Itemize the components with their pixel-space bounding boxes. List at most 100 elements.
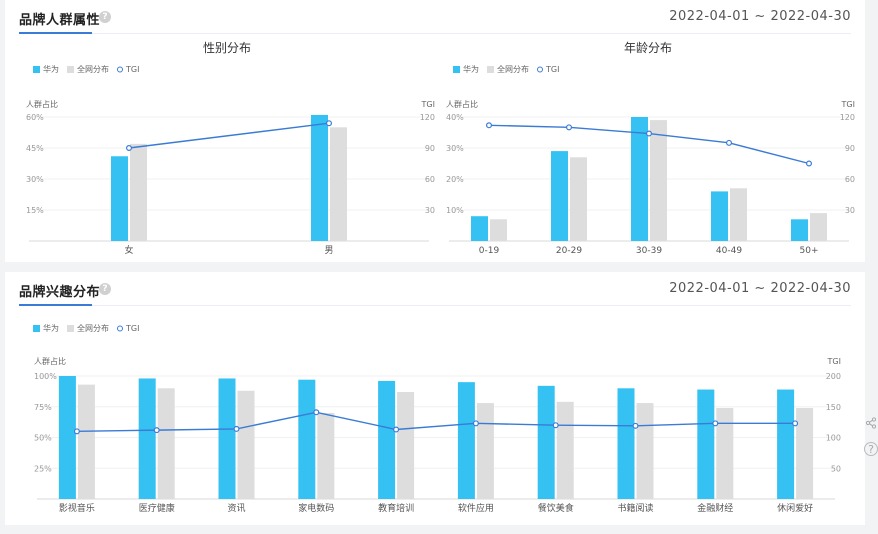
bar-brand [111, 156, 128, 241]
legend-swatch-brand [33, 66, 40, 73]
legend-label-brand: 华为 [43, 323, 59, 333]
y-axis-label-left: 人群占比 [26, 99, 58, 109]
bar-market [317, 412, 335, 499]
legend-label-brand: 华为 [463, 64, 479, 74]
legend-label-market: 全网分布 [497, 64, 529, 74]
bar-market [77, 384, 95, 499]
bar-market [476, 403, 494, 499]
y-tick-left: 30% [446, 144, 464, 153]
x-tick-label: 20-29 [556, 246, 582, 256]
legend-swatch-market [67, 325, 74, 332]
bar-brand [791, 219, 808, 241]
x-tick-label: 餐饮美食 [538, 502, 574, 514]
card-header: 品牌人群属性 ? 2022-04-01 ~ 2022-04-30 [19, 0, 851, 34]
card-title: 品牌兴趣分布 [19, 285, 101, 300]
x-tick-label: 教育培训 [378, 502, 414, 514]
y-tick-left: 40% [446, 113, 464, 122]
y-tick-left: 15% [26, 206, 44, 215]
legend-swatch-tgi [117, 325, 123, 332]
bar-market [650, 120, 667, 241]
legend-swatch-brand [33, 325, 40, 332]
x-tick-label: 40-49 [716, 246, 742, 256]
date-range[interactable]: 2022-04-01 ~ 2022-04-30 [669, 9, 851, 24]
x-tick-label: 软件应用 [458, 502, 494, 514]
tgi-line [128, 122, 330, 149]
y-tick-right: 50 [831, 464, 841, 473]
bar-brand [777, 389, 795, 499]
bar-market [556, 401, 574, 499]
help-icon[interactable]: ? [99, 11, 111, 23]
x-tick-label: 影视音乐 [59, 502, 95, 514]
tgi-point [485, 122, 492, 129]
legend-swatch-tgi [537, 66, 543, 73]
legend-label-tgi: TGI [125, 324, 139, 333]
y-tick-left: 25% [34, 464, 52, 473]
bar-market [796, 407, 814, 499]
tgi-point [646, 130, 653, 137]
y-tick-left: 100% [34, 372, 57, 381]
help-icon[interactable]: ? [99, 283, 111, 295]
y-axis-label-left: 人群占比 [34, 356, 66, 366]
tgi-point [125, 144, 132, 151]
share-icon[interactable] [864, 417, 878, 431]
y-tick-left: 20% [446, 175, 464, 184]
tgi-point [393, 426, 400, 433]
interest-chart: 华为 全网分布 TGI 人群占比 TGI 100% 200 75% 150 50% 100 25% 50… [33, 323, 841, 514]
card-header: 品牌兴趣分布 ? 2022-04-01 ~ 2022-04-30 [19, 272, 851, 306]
bar-brand [631, 117, 648, 241]
bar-brand [471, 216, 488, 241]
tgi-point [712, 420, 719, 427]
legend-swatch-tgi [117, 66, 123, 73]
x-tick-label: 资讯 [227, 503, 245, 514]
bar-market [237, 390, 255, 499]
bar-brand [457, 382, 475, 499]
y-tick-right: 200 [826, 372, 841, 381]
tgi-point [313, 409, 320, 416]
tgi-point [632, 422, 639, 429]
y-tick-left: 60% [26, 113, 44, 122]
bar-brand [551, 151, 568, 241]
tgi-point [566, 124, 573, 131]
date-range[interactable]: 2022-04-01 ~ 2022-04-30 [669, 281, 851, 296]
tgi-line [76, 411, 796, 433]
help-circle-icon[interactable]: ? [864, 442, 878, 456]
y-tick-right: 150 [826, 403, 841, 412]
y-tick-left: 45% [26, 144, 44, 153]
tgi-point [552, 422, 559, 429]
bar-brand [711, 191, 728, 241]
legend-swatch-market [67, 66, 74, 73]
y-tick-left: 50% [34, 434, 52, 443]
chart-title: 性别分布 [203, 41, 251, 55]
legend-label-market: 全网分布 [77, 323, 109, 333]
brand-audience-card: 品牌人群属性 ? 2022-04-01 ~ 2022-04-30 性别分布华为 全… [5, 0, 865, 262]
bar-market [130, 143, 147, 241]
x-tick-label: 医疗健康 [139, 502, 175, 514]
tgi-point [806, 160, 813, 167]
age-chart: 年龄分布华为 全网分布 TGI 人群占比 TGI 40% 120 30% 90 20% 60 10% 3… [446, 41, 855, 256]
bar-brand [298, 379, 316, 499]
x-tick-label: 休闲爱好 [777, 502, 813, 514]
bar-brand [311, 114, 328, 241]
y-tick-right: 60 [845, 175, 855, 184]
y-tick-right: 120 [840, 113, 855, 122]
x-tick-label: 书籍阅读 [617, 502, 653, 514]
bar-market [570, 157, 587, 241]
tgi-point [792, 420, 799, 427]
chart-title: 年龄分布 [624, 41, 672, 55]
tgi-point [153, 427, 160, 434]
bar-market [730, 188, 747, 241]
bar-market [397, 391, 415, 499]
gender-chart: 性别分布华为 全网分布 TGI人群占比 TGI60% 12045% 9030% 6015% 3… [26, 41, 435, 256]
x-tick-label: 30-39 [636, 246, 662, 256]
bar-brand [697, 389, 715, 499]
y-axis-label-right: TGI [827, 357, 841, 366]
y-axis-label-left: 人群占比 [446, 99, 478, 109]
y-tick-right: 100 [826, 434, 841, 443]
tgi-point [326, 120, 333, 127]
tgi-point [233, 425, 240, 432]
tgi-point [73, 428, 80, 435]
legend-swatch-market [487, 66, 494, 73]
y-tick-right: 30 [845, 206, 855, 215]
bar-market [330, 127, 347, 241]
legend-label-brand: 华为 [43, 64, 59, 74]
